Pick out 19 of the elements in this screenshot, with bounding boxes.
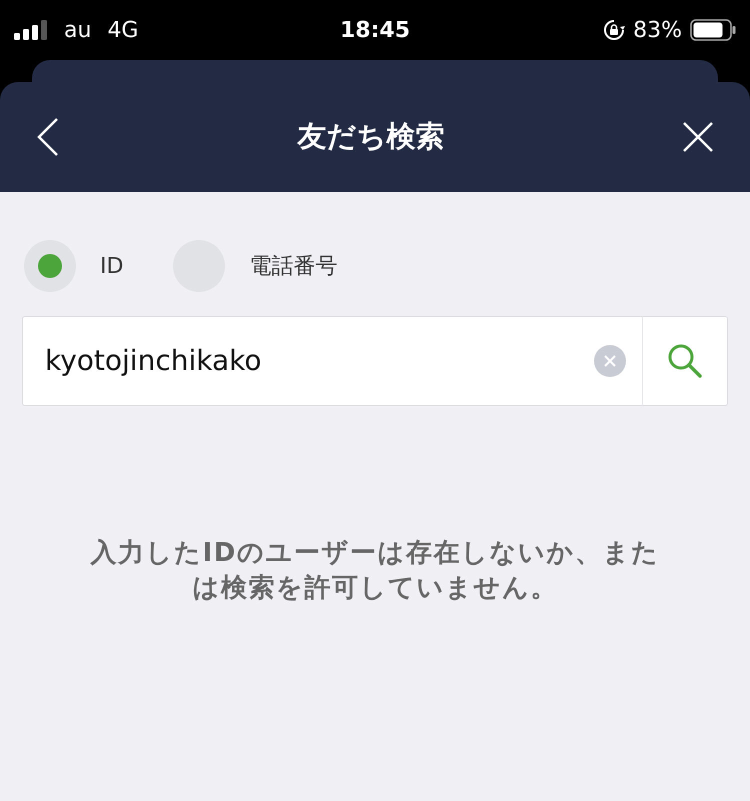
radio-label: ID — [100, 252, 124, 280]
clock: 18:45 — [338, 16, 412, 44]
close-button[interactable] — [682, 121, 714, 153]
close-icon — [603, 354, 617, 368]
battery-icon — [690, 19, 736, 41]
rotation-lock-icon — [603, 19, 626, 41]
network-label: 4G — [107, 16, 138, 44]
search-input[interactable]: kyotojinchikako — [23, 340, 594, 382]
search-button[interactable] — [642, 316, 728, 406]
carrier-label: au — [64, 16, 92, 44]
battery-percent: 83% — [633, 16, 682, 44]
search-field[interactable]: kyotojinchikako — [22, 316, 642, 406]
back-button[interactable] — [36, 117, 60, 157]
result-message: 入力したIDのユーザーは存在しないか、または検索を許可していません。 — [89, 537, 660, 606]
search-icon — [667, 343, 703, 379]
radio-label: 電話番号 — [249, 252, 338, 280]
clear-button[interactable] — [594, 345, 626, 377]
screen-title: 友だち検索 — [298, 119, 444, 154]
signal-icon — [14, 20, 48, 40]
